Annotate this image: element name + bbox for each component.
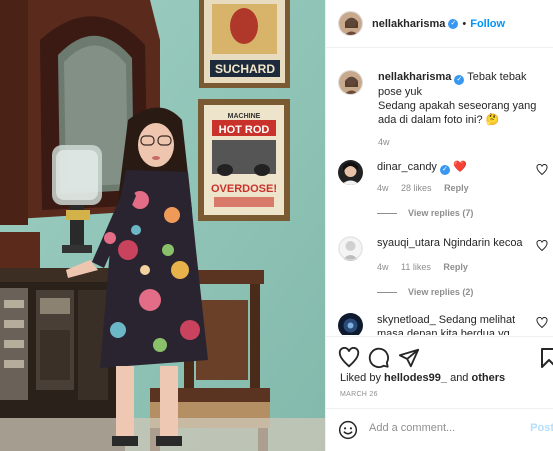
follow-button[interactable]: Follow <box>470 18 505 30</box>
heart-icon[interactable] <box>536 317 548 329</box>
liked-by-prefix: Liked by <box>340 372 385 384</box>
comment-avatar-image <box>338 313 363 335</box>
comment-text: Ngindarin kecoa <box>443 237 523 249</box>
caption-text: nellakharisma ✓ Tebak tebak pose yuk Seda… <box>378 70 553 149</box>
liked-by-others[interactable]: others <box>471 372 505 384</box>
comments-list[interactable]: nellakharisma ✓ Tebak tebak pose yuk Seda… <box>326 49 553 335</box>
comment-time[interactable]: 4w <box>377 183 389 193</box>
comment-body: syauqi_utara Ngindarin kecoa <box>377 236 537 250</box>
comment-icon[interactable] <box>368 347 390 369</box>
comment-likes[interactable]: 28 likes <box>401 183 432 193</box>
comment-avatar[interactable] <box>338 313 363 335</box>
header-avatar[interactable] <box>338 11 363 36</box>
comment-input[interactable]: Add a comment... <box>369 422 455 434</box>
post-comment-button[interactable]: Post <box>530 422 553 434</box>
comment-body: dinar_candy ✓ ❤️ <box>377 160 537 175</box>
poster-suchard-text: SUCHARD <box>215 62 275 76</box>
poster-hotrod-text: HOT ROD <box>219 124 270 136</box>
post-sidebar: nellakharisma ✓ • Follow nellakharisma ✓ … <box>325 0 553 451</box>
caption-line-2: Sedang apakah seseorang yang ada di dala… <box>378 100 537 126</box>
view-replies-button[interactable]: View replies (7) <box>377 208 473 218</box>
comment-body: skynetload_ Sedang melihat masa depan ki… <box>377 313 537 335</box>
caption-avatar[interactable] <box>338 70 363 95</box>
comment-avatar-image <box>338 236 363 261</box>
comment-text: ❤️ <box>453 161 467 173</box>
header-separator: • <box>462 17 467 30</box>
post-photo[interactable]: SUCHARD MACHINE HOT ROD OVERDOSE! <box>0 0 325 451</box>
liked-by-user[interactable]: hellodes99_ <box>384 372 447 384</box>
comment-avatar-image <box>338 160 363 185</box>
comment-username[interactable]: skynetload_ <box>377 314 436 326</box>
comment-time[interactable]: 4w <box>377 262 389 272</box>
poster-overdose-text: OVERDOSE! <box>211 183 277 195</box>
avatar-image <box>339 12 362 35</box>
caption-time[interactable]: 4w <box>378 135 553 149</box>
heart-icon[interactable] <box>536 240 548 252</box>
liked-by-and: and <box>447 372 472 384</box>
share-icon[interactable] <box>398 347 420 369</box>
heart-icon[interactable] <box>338 347 360 369</box>
poster-machine-text: MACHINE <box>228 113 261 120</box>
emoji-icon[interactable] <box>338 420 358 440</box>
post-header: nellakharisma ✓ • Follow <box>326 0 553 48</box>
comment-avatar[interactable] <box>338 160 363 185</box>
heart-icon[interactable] <box>536 164 548 176</box>
bookmark-icon[interactable] <box>540 347 553 369</box>
comment-meta: 4w 11 likes Reply <box>377 262 478 272</box>
comment-likes[interactable]: 11 likes <box>401 262 431 272</box>
view-replies-label: View replies (7) <box>408 208 474 218</box>
caption-avatar-image <box>339 71 362 94</box>
add-comment-bar: Add a comment... Post <box>326 408 553 451</box>
comment-username[interactable]: syauqi_utara <box>377 237 440 249</box>
liked-by: Liked by hellodes99_ and others <box>340 372 505 384</box>
comment-avatar[interactable] <box>338 236 363 261</box>
view-replies-label: View replies (2) <box>408 287 474 297</box>
reply-button[interactable]: Reply <box>443 262 468 272</box>
header-username[interactable]: nellakharisma <box>372 18 445 30</box>
post-actions: Liked by hellodes99_ and others MARCH 26 <box>326 336 553 408</box>
caption-username[interactable]: nellakharisma <box>378 71 451 83</box>
verified-icon: ✓ <box>448 18 459 29</box>
comment-username[interactable]: dinar_candy <box>377 161 437 173</box>
view-replies-button[interactable]: View replies (2) <box>377 287 473 297</box>
reply-button[interactable]: Reply <box>444 183 469 193</box>
post-date[interactable]: MARCH 26 <box>340 391 378 398</box>
comment-meta: 4w 28 likes Reply <box>377 183 479 193</box>
photo-image: SUCHARD MACHINE HOT ROD OVERDOSE! <box>0 0 325 451</box>
view-replies-line <box>377 212 397 214</box>
verified-icon: ✓ <box>439 165 450 175</box>
action-icons <box>338 347 428 369</box>
view-replies-line <box>377 291 397 293</box>
verified-icon: ✓ <box>454 75 465 85</box>
